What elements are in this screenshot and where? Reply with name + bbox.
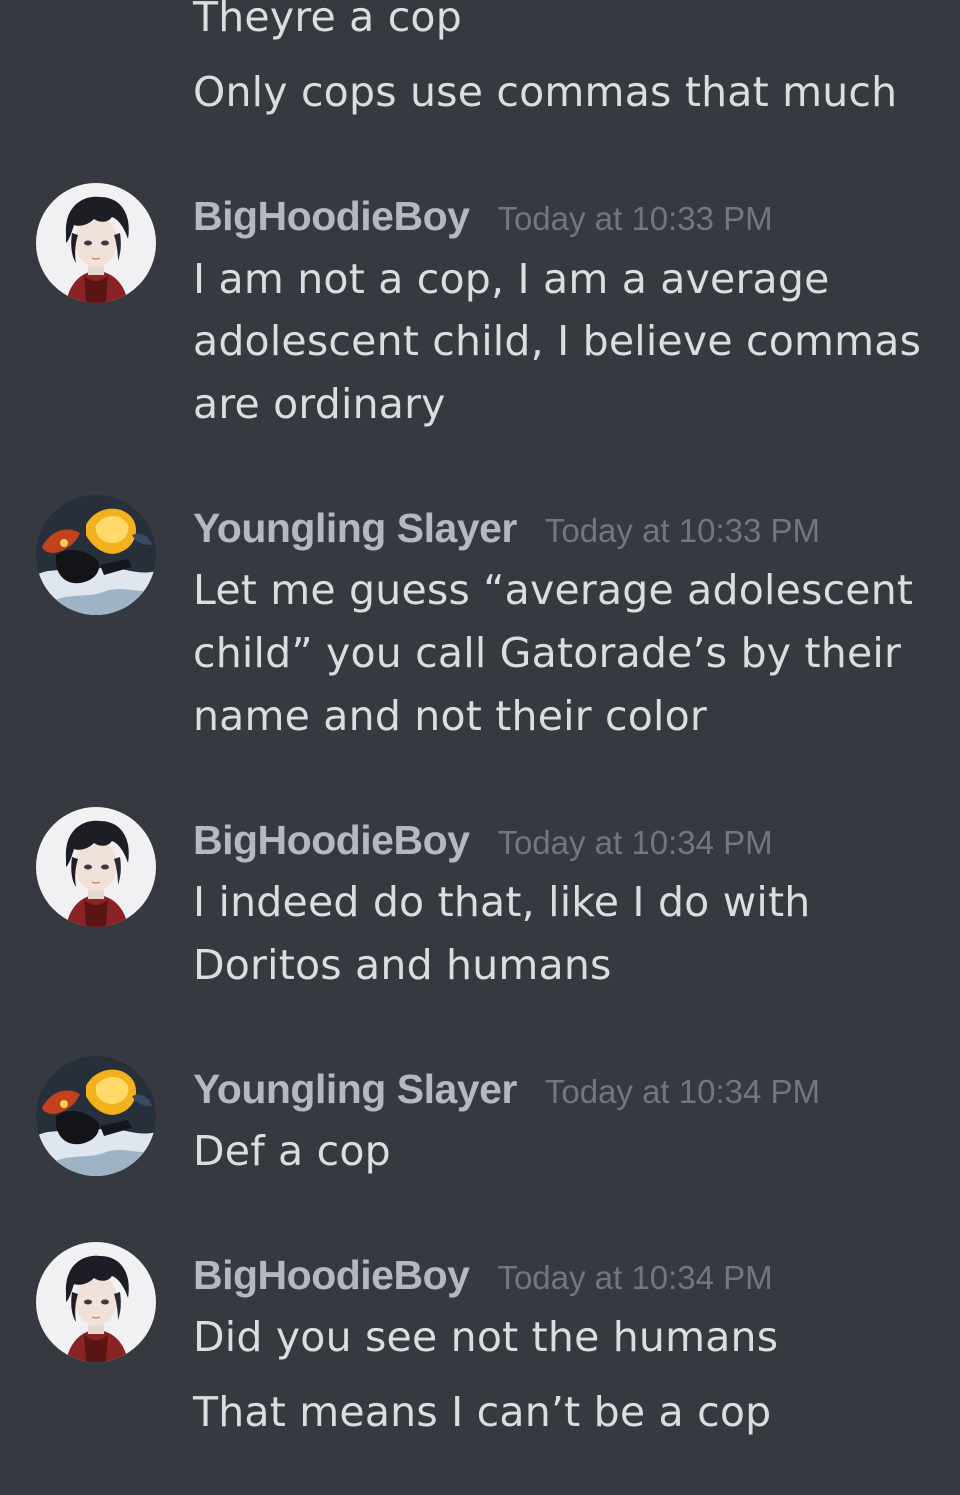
message-header: BigHoodieBoy Today at 10:34 PM [193, 1245, 773, 1305]
timestamp: Today at 10:34 PM [497, 824, 773, 861]
message-text: I indeed do that, like I do with [193, 878, 811, 926]
message-text: child” you call Gatorade’s by their [193, 629, 902, 677]
message-text: adolescent child, I believe commas [193, 317, 922, 365]
username[interactable]: Youngling Slayer [193, 1059, 517, 1119]
username[interactable]: BigHoodieBoy [193, 1245, 470, 1305]
youngling-slayer-avatar[interactable] [36, 1056, 156, 1176]
message-text: are ordinary [193, 380, 446, 428]
message-text: Did you see not the humans [193, 1313, 779, 1361]
timestamp: Today at 10:33 PM [544, 512, 821, 549]
timestamp: Today at 10:33 PM [497, 200, 773, 237]
message-header: Youngling Slayer Today at 10:33 PM [193, 498, 820, 558]
message-text: Only cops use commas that much [193, 68, 898, 116]
message-text: name and not their color [193, 692, 707, 740]
message-header: BigHoodieBoy Today at 10:34 PM [193, 810, 773, 870]
youngling-slayer-avatar[interactable] [36, 495, 156, 615]
message-text: Let me guess “average adolescent [193, 566, 914, 614]
message-header: Youngling Slayer Today at 10:34 PM [193, 1059, 820, 1119]
timestamp: Today at 10:34 PM [497, 1259, 773, 1296]
message-text: I am not a cop, I am a average [193, 255, 830, 303]
message-text: Doritos and humans [193, 941, 612, 989]
message-header: BigHoodieBoy Today at 10:33 PM [193, 186, 773, 246]
chat-messages: Theyre a cop Only cops use commas that m… [0, 0, 960, 1495]
timestamp: Today at 10:34 PM [544, 1073, 821, 1110]
username[interactable]: Youngling Slayer [193, 498, 517, 558]
hoodie-boy-avatar[interactable] [36, 1242, 156, 1362]
hoodie-boy-avatar[interactable] [36, 807, 156, 927]
username[interactable]: BigHoodieBoy [193, 810, 470, 870]
username[interactable]: BigHoodieBoy [193, 186, 470, 246]
message-text: Theyre a cop [193, 0, 462, 41]
message-text: That means I can’t be a cop [193, 1388, 772, 1436]
message-text: Def a cop [193, 1127, 391, 1175]
hoodie-boy-avatar[interactable] [36, 183, 156, 303]
